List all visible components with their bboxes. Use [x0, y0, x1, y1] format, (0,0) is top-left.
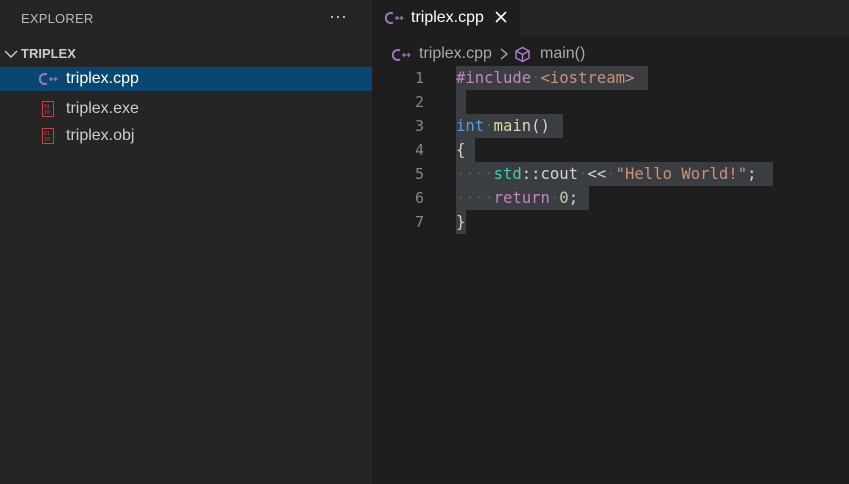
line-number: 1 — [414, 69, 424, 87]
line-number: 2 — [414, 93, 424, 111]
file-item-triplex-exe[interactable]: 01 10 triplex.exe — [0, 97, 372, 121]
file-item-triplex-obj[interactable]: 01 10 triplex.obj — [0, 124, 372, 148]
code-text: { — [456, 141, 466, 159]
binary-file-icon: 01 10 — [42, 128, 54, 144]
file-label: triplex.obj — [66, 127, 135, 144]
tab-label: triplex.cpp — [411, 9, 484, 26]
code-text: ····std::cout·<<·"Hello World!"; — [456, 165, 757, 183]
svg-text:10: 10 — [44, 110, 50, 116]
file-label: triplex.exe — [66, 100, 139, 117]
explorer-title: EXPLORER — [21, 11, 94, 26]
ellipsis-icon[interactable]: ··· — [326, 4, 350, 28]
file-label: triplex.cpp — [66, 70, 139, 87]
code-line-4: 4 { — [372, 138, 849, 162]
chevron-right-icon — [500, 48, 509, 60]
line-number: 3 — [414, 117, 424, 135]
code-text: int·main() — [456, 117, 550, 135]
cpp-file-icon — [392, 49, 411, 61]
selection-highlight — [456, 90, 466, 114]
cpp-file-icon — [385, 12, 404, 24]
code-line-1: 1 #include·<iostream> — [372, 66, 849, 90]
breadcrumb: triplex.cpp main() — [372, 43, 849, 65]
tab-triplex-cpp[interactable]: triplex.cpp — [372, 0, 520, 37]
file-item-triplex-cpp[interactable]: triplex.cpp — [0, 67, 372, 91]
symbol-method-icon — [515, 46, 530, 63]
folder-triplex[interactable]: TRIPLEX — [0, 42, 372, 66]
code-line-3: 3 int·main() — [372, 114, 849, 138]
chevron-down-icon — [4, 50, 18, 58]
breadcrumb-symbol[interactable]: main() — [540, 45, 585, 63]
folder-name: TRIPLEX — [21, 46, 76, 61]
binary-file-icon: 01 10 — [42, 101, 54, 117]
line-number: 7 — [414, 213, 424, 231]
code-line-6: 6 ····return·0; — [372, 186, 849, 210]
line-number: 5 — [414, 165, 424, 183]
code-text: #include·<iostream> — [456, 69, 635, 87]
breadcrumb-file[interactable]: triplex.cpp — [419, 45, 492, 63]
code-line-7: 7 } — [372, 210, 849, 234]
editor-area: triplex.cpp triplex.cpp main() 1 #includ… — [372, 0, 849, 484]
code-text: } — [456, 213, 466, 231]
code-text: ····return·0; — [456, 189, 579, 207]
close-icon[interactable] — [493, 9, 509, 25]
tab-bar: triplex.cpp — [372, 0, 849, 37]
line-number: 6 — [414, 189, 424, 207]
explorer-sidebar: EXPLORER ··· TRIPLEX triplex.cpp 01 10 t… — [0, 0, 372, 484]
explorer-header: EXPLORER ··· — [0, 0, 372, 37]
line-number: 4 — [414, 141, 424, 159]
svg-text:10: 10 — [44, 137, 50, 143]
cpp-file-icon — [38, 73, 58, 85]
code-line-2: 2 — [372, 90, 849, 114]
code-line-5: 5 ····std::cout·<<·"Hello World!"; — [372, 162, 849, 186]
